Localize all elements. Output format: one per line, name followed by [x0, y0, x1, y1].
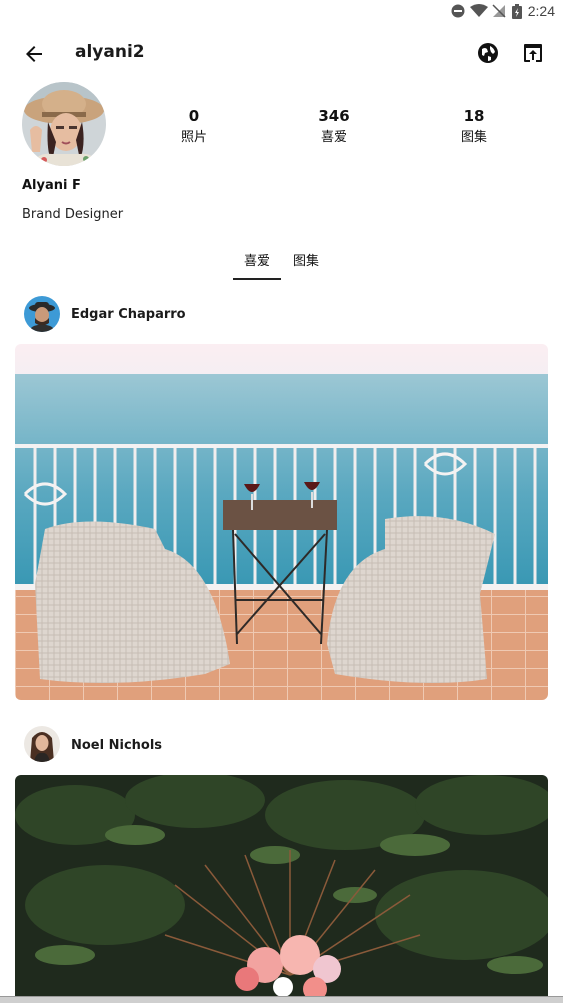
- top-app-bar: alyani2: [0, 28, 563, 80]
- stat-collections[interactable]: 18 图集: [434, 107, 514, 145]
- stat-value: 18: [463, 107, 485, 125]
- battery-icon: [512, 4, 522, 19]
- post-author-avatar[interactable]: [24, 726, 60, 762]
- status-time: 2:24: [527, 3, 555, 19]
- post-author-avatar[interactable]: [24, 296, 60, 332]
- open-in-browser-icon: [524, 44, 542, 62]
- stat-likes[interactable]: 346 喜爱: [294, 107, 374, 145]
- profile-name: Alyani F: [22, 178, 81, 193]
- profile-bio: Brand Designer: [22, 207, 124, 222]
- author-photo: [24, 726, 60, 762]
- photo-balcony-sea: [15, 344, 548, 700]
- post-author-name[interactable]: Noel Nichols: [71, 738, 162, 753]
- author-photo: [24, 296, 60, 332]
- website-button[interactable]: [476, 41, 500, 65]
- arrow-back-icon: [26, 46, 42, 62]
- profile-photo: [22, 82, 106, 166]
- stat-value: 346: [318, 107, 350, 125]
- page-title: alyani2: [75, 42, 145, 62]
- globe-icon: [478, 43, 498, 63]
- stat-value: 0: [188, 107, 200, 125]
- do-not-disturb-icon: [451, 4, 465, 18]
- post-photo[interactable]: [15, 344, 548, 700]
- signal-icon: [492, 4, 506, 18]
- post-photo[interactable]: [15, 775, 548, 1002]
- stat-label: 图集: [460, 130, 487, 145]
- tab-likes[interactable]: 喜爱: [244, 250, 270, 269]
- tab-collections[interactable]: 图集: [293, 250, 319, 269]
- stat-label: 照片: [180, 130, 207, 145]
- wifi-icon: [470, 4, 488, 17]
- photo-flower-headdress: [15, 775, 548, 1002]
- open-in-browser-button[interactable]: [521, 41, 545, 65]
- post-author-name[interactable]: Edgar Chaparro: [71, 307, 186, 322]
- tab-indicator: [233, 278, 281, 280]
- status-bar: 2:24: [0, 0, 563, 24]
- back-button[interactable]: [22, 42, 46, 66]
- stat-label: 喜爱: [320, 130, 347, 145]
- stat-photos[interactable]: 0 照片: [154, 107, 234, 145]
- profile-avatar[interactable]: [22, 82, 106, 166]
